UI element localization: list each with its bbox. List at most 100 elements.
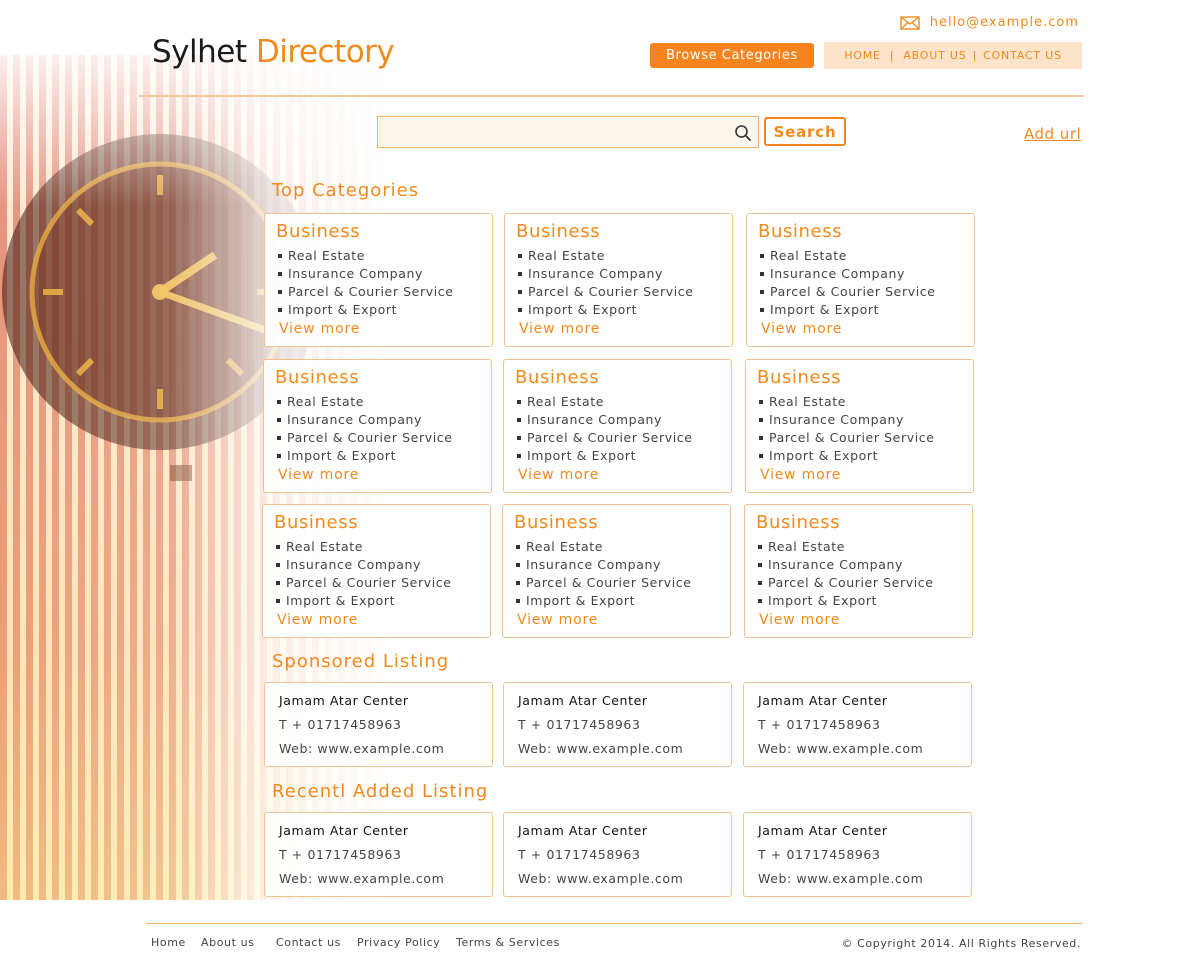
listing-card[interactable]: Jamam Atar Center T + 01717458963 Web: www…: [743, 682, 972, 767]
footer-link-contact[interactable]: Contact us: [276, 936, 357, 949]
category-item[interactable]: Parcel & Courier Service: [278, 283, 454, 301]
category-item[interactable]: Insurance Company: [517, 411, 693, 429]
search-input[interactable]: [378, 117, 734, 147]
bullet-icon: [758, 581, 762, 585]
category-item-label: Real Estate: [527, 394, 605, 409]
category-title[interactable]: Business: [516, 221, 600, 242]
nav-about-us[interactable]: ABOUT US: [903, 49, 966, 62]
bullet-icon: [276, 599, 280, 603]
footer-link-home[interactable]: Home: [151, 936, 201, 949]
category-item[interactable]: Insurance Company: [276, 556, 452, 574]
category-title[interactable]: Business: [758, 221, 842, 242]
category-item[interactable]: Parcel & Courier Service: [517, 429, 693, 447]
category-item[interactable]: Parcel & Courier Service: [516, 574, 692, 592]
contact-email[interactable]: hello@example.com: [900, 15, 1079, 30]
bullet-icon: [760, 308, 764, 312]
bullet-icon: [759, 454, 763, 458]
category-item[interactable]: Parcel & Courier Service: [518, 283, 694, 301]
search-button[interactable]: Search: [764, 117, 846, 146]
category-title[interactable]: Business: [515, 367, 599, 388]
category-item[interactable]: Insurance Company: [758, 556, 934, 574]
view-more-link[interactable]: View more: [518, 467, 599, 483]
category-item[interactable]: Import & Export: [758, 592, 934, 610]
listing-name[interactable]: Jamam Atar Center: [279, 693, 409, 708]
site-logo[interactable]: Sylhet Directory: [152, 34, 395, 70]
category-item[interactable]: Insurance Company: [516, 556, 692, 574]
category-card: Business Real Estate Insurance Company Parc…: [262, 504, 491, 638]
category-item[interactable]: Parcel & Courier Service: [758, 574, 934, 592]
category-item[interactable]: Import & Export: [518, 301, 694, 319]
listing-card[interactable]: Jamam Atar Center T + 01717458963 Web: www…: [743, 812, 972, 897]
category-item-label: Import & Export: [528, 302, 638, 317]
category-item[interactable]: Real Estate: [758, 538, 934, 556]
view-more-link[interactable]: View more: [761, 321, 842, 337]
view-more-link[interactable]: View more: [760, 467, 841, 483]
category-item[interactable]: Import & Export: [276, 592, 452, 610]
nav-home[interactable]: HOME: [844, 49, 881, 62]
category-title[interactable]: Business: [756, 512, 840, 533]
view-more-link[interactable]: View more: [519, 321, 600, 337]
listing-name[interactable]: Jamam Atar Center: [518, 693, 648, 708]
listing-name[interactable]: Jamam Atar Center: [279, 823, 409, 838]
listing-web[interactable]: Web: www.example.com: [279, 741, 444, 756]
listing-web[interactable]: Web: www.example.com: [518, 741, 683, 756]
footer-link-privacy[interactable]: Privacy Policy: [357, 936, 456, 949]
add-url-link[interactable]: Add url: [1024, 125, 1081, 143]
category-title[interactable]: Business: [514, 512, 598, 533]
category-item-label: Insurance Company: [527, 412, 662, 427]
category-item[interactable]: Import & Export: [278, 301, 454, 319]
listing-card[interactable]: Jamam Atar Center T + 01717458963 Web: www…: [264, 812, 493, 897]
category-item[interactable]: Parcel & Courier Service: [277, 429, 453, 447]
listing-web[interactable]: Web: www.example.com: [518, 871, 683, 886]
listing-card[interactable]: Jamam Atar Center T + 01717458963 Web: www…: [264, 682, 493, 767]
magnifier-icon[interactable]: [734, 124, 752, 142]
category-item[interactable]: Real Estate: [516, 538, 692, 556]
category-item[interactable]: Real Estate: [277, 393, 453, 411]
bullet-icon: [517, 400, 521, 404]
view-more-link[interactable]: View more: [517, 612, 598, 628]
category-item[interactable]: Insurance Company: [759, 411, 935, 429]
view-more-link[interactable]: View more: [277, 612, 358, 628]
view-more-link[interactable]: View more: [759, 612, 840, 628]
category-item[interactable]: Import & Export: [517, 447, 693, 465]
category-title[interactable]: Business: [274, 512, 358, 533]
category-item[interactable]: Real Estate: [518, 247, 694, 265]
listing-card[interactable]: Jamam Atar Center T + 01717458963 Web: www…: [503, 812, 732, 897]
category-item[interactable]: Parcel & Courier Service: [760, 283, 936, 301]
category-item[interactable]: Real Estate: [759, 393, 935, 411]
category-title[interactable]: Business: [757, 367, 841, 388]
listing-name[interactable]: Jamam Atar Center: [758, 823, 888, 838]
category-item[interactable]: Insurance Company: [518, 265, 694, 283]
browse-categories-button[interactable]: Browse Categories: [650, 43, 814, 68]
category-item[interactable]: Real Estate: [276, 538, 452, 556]
footer-link-terms[interactable]: Terms & Services: [456, 936, 560, 949]
category-item[interactable]: Import & Export: [516, 592, 692, 610]
listing-name[interactable]: Jamam Atar Center: [518, 823, 648, 838]
footer-link-about[interactable]: About us: [201, 936, 276, 949]
footer-links: Home About us Contact us Privacy Policy …: [151, 936, 560, 949]
view-more-link[interactable]: View more: [278, 467, 359, 483]
category-item[interactable]: Parcel & Courier Service: [759, 429, 935, 447]
view-more-link[interactable]: View more: [279, 321, 360, 337]
category-item[interactable]: Real Estate: [517, 393, 693, 411]
category-item[interactable]: Import & Export: [277, 447, 453, 465]
listing-phone: T + 01717458963: [518, 717, 641, 732]
category-item[interactable]: Import & Export: [760, 301, 936, 319]
category-item[interactable]: Insurance Company: [278, 265, 454, 283]
listing-web[interactable]: Web: www.example.com: [279, 871, 444, 886]
category-title[interactable]: Business: [275, 367, 359, 388]
category-title[interactable]: Business: [276, 221, 360, 242]
category-item[interactable]: Insurance Company: [277, 411, 453, 429]
category-list: Real Estate Insurance Company Parcel & Cou…: [278, 247, 454, 319]
listing-web[interactable]: Web: www.example.com: [758, 871, 923, 886]
category-item[interactable]: Real Estate: [278, 247, 454, 265]
listing-card[interactable]: Jamam Atar Center T + 01717458963 Web: www…: [503, 682, 732, 767]
category-item[interactable]: Insurance Company: [760, 265, 936, 283]
listing-web[interactable]: Web: www.example.com: [758, 741, 923, 756]
category-item[interactable]: Import & Export: [759, 447, 935, 465]
category-item[interactable]: Real Estate: [760, 247, 936, 265]
listing-name[interactable]: Jamam Atar Center: [758, 693, 888, 708]
nav-contact-us[interactable]: CONTACT US: [983, 49, 1062, 62]
category-item[interactable]: Parcel & Courier Service: [276, 574, 452, 592]
top-nav: HOME | ABOUT US | CONTACT US: [824, 42, 1082, 69]
